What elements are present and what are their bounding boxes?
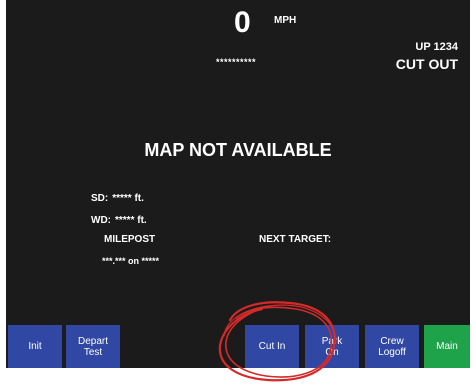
depart-test-label: Depart Test [77, 335, 108, 358]
cut-in-button[interactable]: Cut In [245, 325, 299, 368]
init-button[interactable]: Init [8, 325, 62, 368]
sd-line: SD: ***** ft. [91, 193, 144, 204]
display-screen: 0 MPH ********** UP 1234 CUT OUT MAP NOT… [6, 0, 470, 368]
speed-value: 0 [234, 6, 251, 39]
speed-unit: MPH [274, 15, 297, 26]
crew-logoff-label: Crew Logoff [378, 335, 406, 358]
cut-in-label: Cut In [258, 341, 286, 352]
init-label: Init [28, 341, 42, 352]
milepost-value: ***.*** on ***** [102, 256, 160, 266]
locomotive-id: UP 1234 [415, 41, 458, 53]
sd-value: ***** ft. [112, 193, 144, 204]
masked-value: ********** [216, 57, 257, 67]
park-on-label: Park On [321, 335, 343, 358]
wd-line: WD: ***** ft. [91, 215, 147, 226]
park-on-button[interactable]: Park On [305, 325, 359, 368]
wd-label: WD: [91, 215, 111, 226]
next-target-label: NEXT TARGET: [259, 234, 332, 245]
crew-logoff-button[interactable]: Crew Logoff [365, 325, 419, 368]
depart-test-button[interactable]: Depart Test [66, 325, 120, 368]
milepost-label: MILEPOST [104, 234, 156, 245]
main-label: Main [436, 341, 458, 352]
cut-status: CUT OUT [395, 56, 458, 72]
main-button[interactable]: Main [424, 325, 470, 368]
map-message: MAP NOT AVAILABLE [144, 140, 332, 160]
wd-value: ***** ft. [115, 215, 147, 226]
sd-label: SD: [91, 193, 109, 204]
